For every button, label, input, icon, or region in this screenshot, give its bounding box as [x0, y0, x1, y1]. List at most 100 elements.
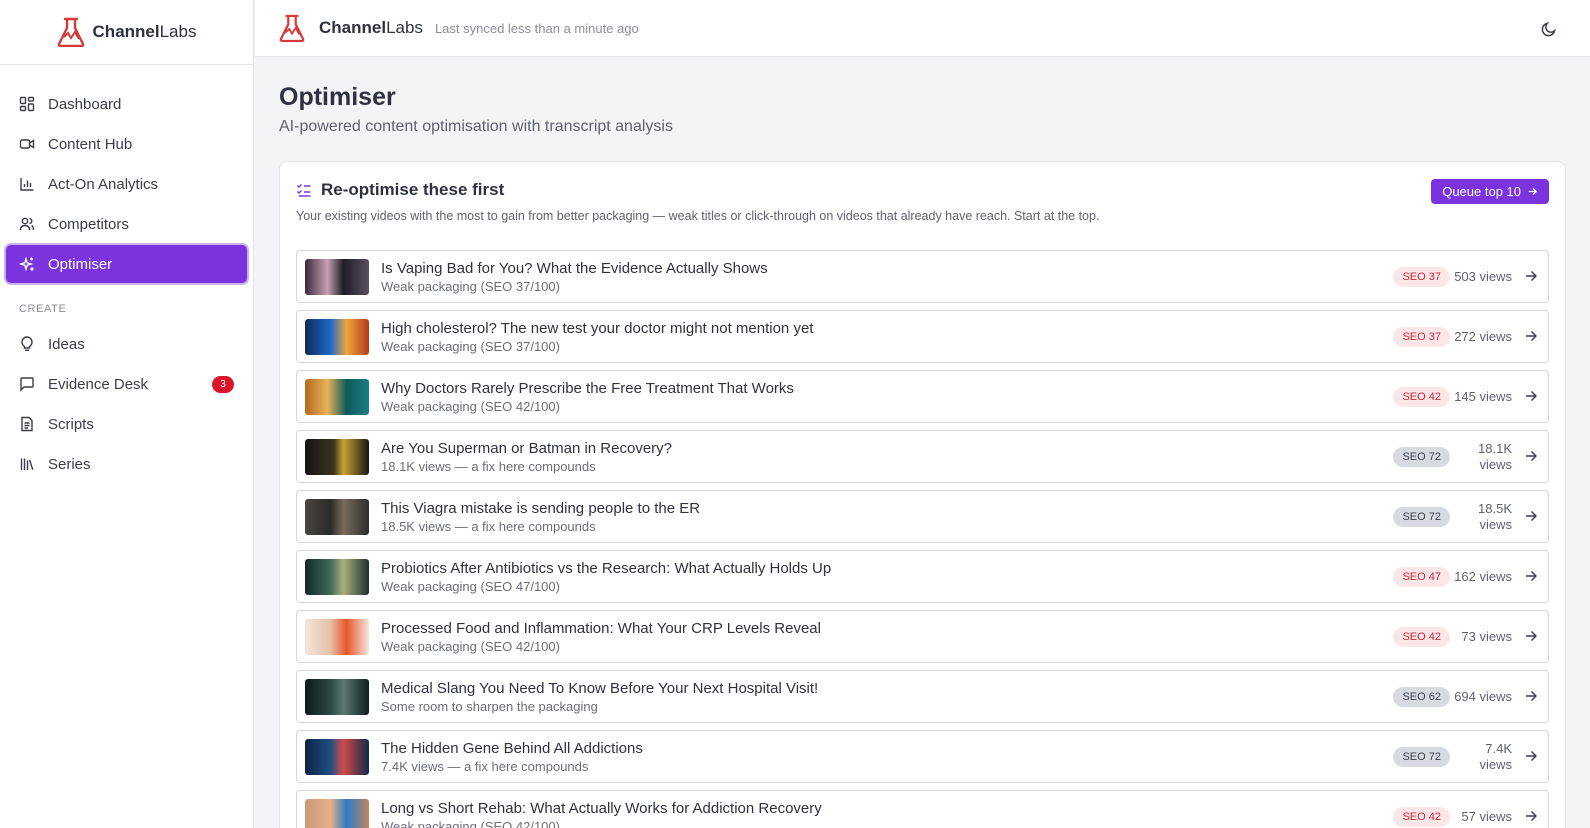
seo-badge: SEO 37	[1393, 327, 1450, 347]
arrow-right-icon[interactable]	[1524, 269, 1538, 283]
topbar-brand-name: ChannelLabs	[319, 18, 423, 37]
brand-name: ChannelLabs	[92, 22, 197, 41]
sidebar-item-label: Evidence Desk	[48, 375, 149, 393]
arrow-right-icon[interactable]	[1524, 389, 1538, 403]
seo-badge: SEO 72	[1393, 747, 1450, 767]
video-thumbnail	[305, 618, 369, 655]
sidebar-item-label: Ideas	[48, 335, 85, 353]
sidebar-item-series[interactable]: Series	[6, 445, 247, 483]
brand[interactable]: ChannelLabs	[0, 0, 253, 65]
view-count: 7.4K views	[1479, 740, 1512, 772]
video-subtitle: Weak packaging (SEO 37/100)	[381, 278, 560, 294]
view-count: 272 views	[1454, 328, 1512, 344]
video-row[interactable]: Processed Food and Inflammation: What Yo…	[296, 610, 1549, 663]
video-text: This Viagra mistake is sending people to…	[381, 500, 1548, 534]
seo-badge: SEO 72	[1393, 447, 1450, 467]
sparkles-icon	[19, 256, 34, 272]
video-text: Processed Food and Inflammation: What Yo…	[381, 620, 1548, 654]
arrow-right-icon[interactable]	[1524, 509, 1538, 523]
video-thumbnail	[305, 438, 369, 475]
video-title: Long vs Short Rehab: What Actually Works…	[381, 799, 822, 817]
sidebar-item-label: Competitors	[48, 215, 129, 233]
seo-badge: SEO 42	[1393, 627, 1450, 647]
sidebar-item-label: Series	[48, 455, 91, 473]
arrow-right-icon[interactable]	[1524, 629, 1538, 643]
card-title: Re-optimise these first	[321, 180, 505, 199]
view-count: 18.5K views	[1478, 500, 1512, 532]
video-subtitle: Weak packaging (SEO 42/100)	[381, 818, 560, 828]
video-title: Medical Slang You Need To Know Before Yo…	[381, 679, 819, 697]
video-thumbnail	[305, 678, 369, 715]
lightbulb-icon	[21, 336, 33, 351]
video-subtitle: Weak packaging (SEO 42/100)	[381, 638, 560, 654]
sidebar-item-competitors[interactable]: Competitors	[6, 205, 247, 243]
video-row[interactable]: The Hidden Gene Behind All Addictions 7.…	[296, 730, 1549, 783]
video-title: High cholesterol? The new test your doct…	[381, 319, 814, 337]
video-text: Is Vaping Bad for You? What the Evidence…	[381, 260, 1548, 294]
page-title: Optimiser	[279, 83, 396, 111]
main-content: Optimiser AI-powered content optimisatio…	[255, 57, 1590, 828]
video-row[interactable]: Long vs Short Rehab: What Actually Works…	[296, 790, 1549, 828]
video-row[interactable]: Are You Superman or Batman in Recovery? …	[296, 430, 1549, 483]
arrow-right-icon[interactable]	[1524, 749, 1538, 763]
arrow-right-icon[interactable]	[1524, 809, 1538, 823]
video-row[interactable]: Why Doctors Rarely Prescribe the Free Tr…	[296, 370, 1549, 423]
arrow-right-icon[interactable]	[1524, 329, 1538, 343]
sync-status: Last synced less than a minute ago	[434, 20, 639, 36]
card-description: Your existing videos with the most to ga…	[296, 209, 1100, 223]
video-text: Long vs Short Rehab: What Actually Works…	[381, 800, 1548, 828]
video-thumbnail	[305, 318, 369, 355]
sidebar-item-content-hub[interactable]: Content Hub	[6, 125, 247, 163]
sidebar-item-evidence-desk[interactable]: Evidence Desk 3	[6, 365, 247, 403]
sidebar-item-optimiser[interactable]: Optimiser	[6, 245, 247, 283]
sidebar-item-ideas[interactable]: Ideas	[6, 325, 247, 363]
video-text: The Hidden Gene Behind All Addictions 7.…	[381, 740, 1548, 774]
reoptimise-card: Re-optimise these first Queue top 10 You…	[279, 161, 1566, 828]
video-thumbnail	[305, 558, 369, 595]
sidebar-item-act-on-analytics[interactable]: Act-On Analytics	[6, 165, 247, 203]
queue-button-label: Queue top 10	[1442, 184, 1521, 199]
flask-logo-icon	[279, 14, 305, 42]
video-subtitle: Some room to sharpen the packaging	[381, 698, 598, 714]
view-count: 694 views	[1454, 688, 1512, 704]
sidebar-item-label: Scripts	[48, 415, 94, 433]
video-subtitle: Weak packaging (SEO 37/100)	[381, 338, 560, 354]
view-count: 145 views	[1454, 388, 1512, 404]
video-thumbnail	[305, 378, 369, 415]
video-row[interactable]: Is Vaping Bad for You? What the Evidence…	[296, 250, 1549, 303]
video-title: Why Doctors Rarely Prescribe the Free Tr…	[381, 379, 794, 397]
view-count: 18.1K views	[1478, 440, 1512, 472]
arrow-right-icon[interactable]	[1524, 689, 1538, 703]
video-title: The Hidden Gene Behind All Addictions	[381, 739, 643, 757]
video-title: Are You Superman or Batman in Recovery?	[381, 439, 672, 457]
arrow-right-icon[interactable]	[1524, 569, 1538, 583]
video-text: Probiotics After Antibiotics vs the Rese…	[381, 560, 1548, 594]
video-title: Is Vaping Bad for You? What the Evidence…	[381, 259, 768, 277]
seo-badge: SEO 47	[1393, 567, 1450, 587]
file-text-icon	[21, 416, 33, 432]
card-header: Re-optimise these first	[296, 180, 1549, 200]
view-count: 73 views	[1461, 628, 1512, 644]
seo-badge: SEO 72	[1393, 507, 1450, 527]
video-subtitle: 18.1K views — a fix here compounds	[381, 458, 596, 474]
flask-logo-icon	[57, 17, 84, 47]
video-row[interactable]: Probiotics After Antibiotics vs the Rese…	[296, 550, 1549, 603]
video-title: This Viagra mistake is sending people to…	[381, 499, 701, 517]
page-subtitle: AI-powered content optimisation with tra…	[279, 118, 673, 135]
video-text: Are You Superman or Batman in Recovery? …	[381, 440, 1548, 474]
seo-badge: SEO 62	[1393, 687, 1450, 707]
video-list: Is Vaping Bad for You? What the Evidence…	[296, 250, 1549, 828]
moon-icon[interactable]	[1540, 20, 1558, 38]
arrow-right-icon[interactable]	[1524, 449, 1538, 463]
sidebar-item-label: Dashboard	[48, 95, 122, 113]
video-row[interactable]: High cholesterol? The new test your doct…	[296, 310, 1549, 363]
video-row[interactable]: This Viagra mistake is sending people to…	[296, 490, 1549, 543]
arrow-right-icon	[1528, 187, 1538, 196]
sidebar-item-scripts[interactable]: Scripts	[6, 405, 247, 443]
queue-top-10-button[interactable]: Queue top 10	[1431, 179, 1549, 204]
sidebar-item-label: Optimiser	[48, 255, 113, 273]
sidebar-item-dashboard[interactable]: Dashboard	[6, 85, 247, 123]
video-thumbnail	[305, 798, 369, 828]
view-count: 503 views	[1454, 268, 1512, 284]
video-row[interactable]: Medical Slang You Need To Know Before Yo…	[296, 670, 1549, 723]
